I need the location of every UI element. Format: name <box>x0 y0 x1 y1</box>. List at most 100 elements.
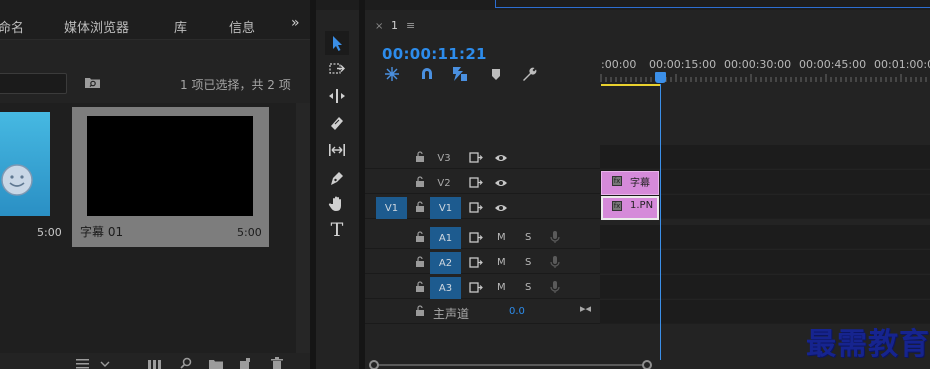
clip-label: 1.PN <box>630 200 654 211</box>
add-marker-icon[interactable] <box>488 66 504 82</box>
mute-button[interactable]: M <box>497 282 506 293</box>
microphone-icon[interactable] <box>550 230 560 244</box>
scroll-handle-start[interactable] <box>369 360 379 369</box>
mute-button[interactable]: M <box>497 232 506 243</box>
ruler-label: 00:00:30:00 <box>724 58 792 71</box>
more-panels-icon[interactable]: » <box>291 15 299 31</box>
sequence-tab[interactable]: 1 <box>391 19 398 32</box>
snap-magnet-icon[interactable] <box>419 66 435 82</box>
go-to-end-icon[interactable]: ▸◂ <box>580 302 591 315</box>
fx-badge-icon: fx <box>612 176 622 186</box>
track-header-master <box>365 300 600 324</box>
tab-info[interactable]: 信息 <box>229 17 255 36</box>
slip-tool[interactable] <box>325 138 349 162</box>
sync-lock-icon[interactable] <box>469 152 483 163</box>
premiere-workspace: 命名 媒体浏览器 库 信息 » 1 项已选择，共 2 项 5:00 字幕 01 … <box>0 0 930 369</box>
playhead-line[interactable] <box>660 84 661 360</box>
clip-label: 字幕 <box>630 178 650 189</box>
bin-scrollbar[interactable] <box>296 103 310 353</box>
tools-panel: T <box>316 10 359 369</box>
lock-icon[interactable] <box>415 151 425 163</box>
eye-icon[interactable] <box>494 153 508 163</box>
track-lane-a2[interactable] <box>600 250 930 274</box>
eye-icon[interactable] <box>494 178 508 188</box>
solo-button[interactable]: S <box>525 282 531 293</box>
sync-lock-icon[interactable] <box>469 257 483 268</box>
selection-status: 1 项已选择，共 2 项 <box>180 78 291 92</box>
microphone-icon[interactable] <box>550 255 560 269</box>
razor-tool[interactable] <box>325 111 349 135</box>
sync-lock-icon[interactable] <box>469 232 483 243</box>
playhead-handle[interactable] <box>655 72 666 83</box>
track-name-v2[interactable]: V2 <box>436 178 452 189</box>
chevron-down-icon[interactable] <box>99 357 111 369</box>
project-panel: 命名 媒体浏览器 库 信息 » 1 项已选择，共 2 项 5:00 字幕 01 … <box>0 0 310 369</box>
list-view-icon[interactable] <box>75 357 91 369</box>
sync-lock-icon[interactable] <box>469 282 483 293</box>
track-lane-v3[interactable] <box>600 145 930 169</box>
hand-icon <box>328 196 341 211</box>
tab-libraries[interactable]: 库 <box>174 17 187 36</box>
solo-button[interactable]: S <box>525 257 531 268</box>
track-lane-a1[interactable] <box>600 225 930 249</box>
lock-icon[interactable] <box>415 176 425 188</box>
scroll-handle-end[interactable] <box>642 360 652 369</box>
lock-icon[interactable] <box>415 281 425 293</box>
nest-toggle-icon[interactable] <box>384 66 400 82</box>
track-select-tool[interactable] <box>325 57 349 81</box>
lock-icon[interactable] <box>415 305 425 317</box>
track-select-icon <box>329 63 345 74</box>
close-sequence-icon[interactable]: × <box>375 21 383 32</box>
master-volume-value[interactable]: 0.0 <box>509 306 525 317</box>
watermark-logo: 最需教育 <box>806 327 930 362</box>
find-icon[interactable] <box>179 357 193 369</box>
ruler-label: 00:01:00:00 <box>874 58 930 71</box>
master-track-label: 主声道 <box>433 307 470 321</box>
sync-lock-icon[interactable] <box>469 177 483 188</box>
track-name-a1[interactable]: A1 <box>430 227 461 249</box>
clip-duration: 5:00 <box>237 226 262 239</box>
lock-icon[interactable] <box>415 256 425 268</box>
project-tab-bar: 命名 媒体浏览器 库 信息 » <box>0 0 310 40</box>
clip-thumbnail-title[interactable] <box>87 116 253 216</box>
lock-icon[interactable] <box>415 201 425 213</box>
find-in-folder-icon[interactable] <box>84 76 101 89</box>
wrench-settings-icon[interactable] <box>521 66 537 82</box>
work-area-bar[interactable] <box>601 84 660 86</box>
track-lane-a3[interactable] <box>600 275 930 299</box>
track-name-v3[interactable]: V3 <box>436 153 452 164</box>
tab-project-name[interactable]: 命名 <box>0 17 24 36</box>
microphone-icon[interactable] <box>550 280 560 294</box>
type-tool[interactable]: T <box>325 218 349 242</box>
lock-icon[interactable] <box>415 231 425 243</box>
pen-icon <box>331 172 343 185</box>
clip-name[interactable]: 字幕 01 <box>80 223 123 240</box>
mute-button[interactable]: M <box>497 257 506 268</box>
project-search-input[interactable] <box>0 73 67 94</box>
track-name-a2[interactable]: A2 <box>430 252 461 274</box>
track-name-a3[interactable]: A3 <box>430 277 461 299</box>
ripple-edit-tool[interactable] <box>325 84 349 108</box>
solo-button[interactable]: S <box>525 232 531 243</box>
sync-lock-icon[interactable] <box>469 202 483 213</box>
hand-tool[interactable] <box>325 192 349 216</box>
selection-tool[interactable] <box>325 31 349 55</box>
timeline-zoom-scrollbar[interactable] <box>378 364 648 366</box>
new-bin-icon[interactable] <box>208 357 224 369</box>
tab-media-browser[interactable]: 媒体浏览器 <box>64 17 129 36</box>
eye-icon[interactable] <box>494 203 508 213</box>
linked-selection-icon[interactable] <box>452 66 468 82</box>
source-patch-v1[interactable]: V1 <box>376 197 407 219</box>
ruler-label: 00:00:15:00 <box>649 58 717 71</box>
playhead-timecode[interactable]: 00:00:11:21 <box>382 45 487 63</box>
track-name-v1[interactable]: V1 <box>430 197 461 219</box>
ripple-edit-icon <box>329 89 345 103</box>
razor-icon <box>331 117 343 130</box>
new-item-icon[interactable] <box>238 357 252 369</box>
ruler-label: 00:00:45:00 <box>799 58 867 71</box>
storyboard-icon[interactable] <box>147 357 163 369</box>
sequence-menu-icon[interactable]: ≡ <box>406 19 415 32</box>
trash-icon[interactable] <box>270 357 284 369</box>
pen-tool[interactable] <box>325 166 349 190</box>
ruler-label: :00:00 <box>601 58 637 71</box>
